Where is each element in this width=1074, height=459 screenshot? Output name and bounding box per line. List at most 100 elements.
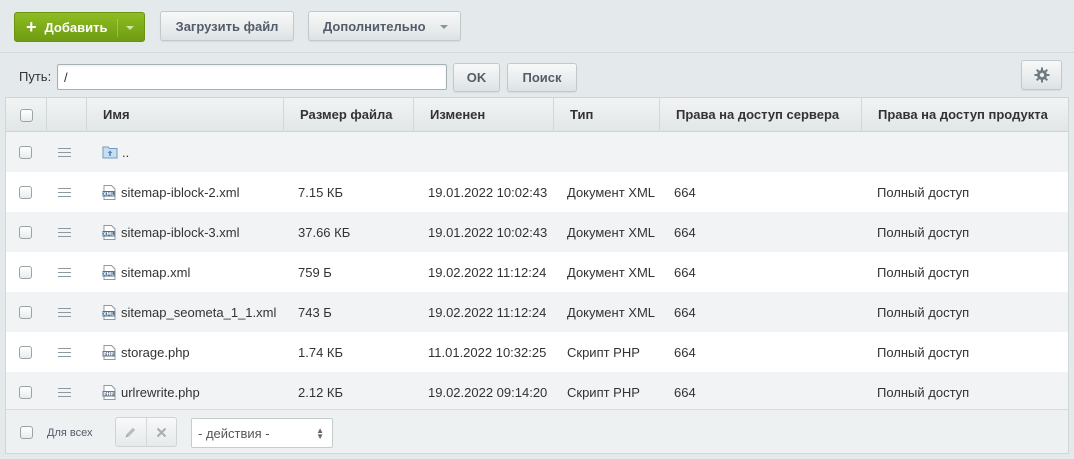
table-row[interactable]: XML sitemap.xml 759 Б 19.02.2022 11:12:24 До… — [6, 252, 1068, 292]
row-checkbox[interactable] — [19, 305, 32, 319]
cell-modified: 19.01.2022 10:02:43 — [428, 224, 548, 240]
cell-type: Скрипт PHP — [567, 384, 640, 400]
chevron-down-icon[interactable] — [126, 26, 134, 30]
cell-product-rights: Полный доступ — [877, 264, 970, 280]
pencil-icon — [125, 427, 136, 437]
row-checkbox[interactable] — [19, 225, 32, 239]
parent-directory-link[interactable]: .. — [122, 145, 129, 160]
row-menu-icon[interactable] — [58, 387, 71, 398]
menu-column-header — [46, 98, 86, 132]
upload-file-button[interactable]: Загрузить файл — [160, 11, 294, 41]
row-checkbox[interactable] — [19, 185, 32, 199]
row-action-buttons — [115, 417, 177, 447]
path-bar: Путь: OK Поиск — [0, 52, 1074, 96]
cell-type: Документ XML — [567, 184, 656, 200]
column-header-product-rights[interactable]: Права на доступ продукта — [861, 98, 1068, 132]
row-checkbox[interactable] — [19, 265, 32, 279]
svg-text:XML: XML — [103, 191, 114, 197]
search-button[interactable]: Поиск — [507, 63, 577, 92]
cell-server-rights: 664 — [674, 184, 696, 200]
cell-product-rights: Полный доступ — [877, 384, 970, 400]
edit-button[interactable] — [116, 418, 146, 446]
delete-button[interactable] — [145, 418, 176, 446]
column-header-modified[interactable]: Изменен — [413, 98, 553, 132]
cell-server-rights: 664 — [674, 224, 696, 240]
folder-up-icon — [102, 146, 118, 159]
row-menu-icon[interactable] — [58, 227, 71, 238]
settings-button[interactable] — [1021, 60, 1062, 90]
cell-size: 37.66 КБ — [298, 224, 351, 240]
select-all-header — [6, 98, 46, 132]
column-header-name[interactable]: Имя — [86, 98, 283, 132]
svg-text:PHP: PHP — [103, 351, 114, 357]
row-menu-icon[interactable] — [58, 347, 71, 358]
ok-button[interactable]: OK — [453, 63, 500, 92]
add-button-label: Добавить — [44, 19, 108, 35]
file-name-link[interactable]: sitemap.xml — [121, 265, 190, 280]
cell-modified: 19.02.2022 11:12:24 — [428, 304, 547, 320]
chevron-down-icon — [440, 25, 448, 29]
gear-icon — [1034, 67, 1049, 83]
path-label: Путь: — [19, 69, 52, 84]
cell-size: 2.12 КБ — [298, 384, 344, 400]
table-row[interactable]: PHP urlrewrite.php 2.12 КБ 19.02.2022 09:14… — [6, 372, 1068, 412]
file-name-link[interactable]: sitemap-iblock-3.xml — [121, 225, 239, 240]
cell-modified: 19.01.2022 10:02:43 — [428, 184, 548, 200]
file-name-link[interactable]: sitemap-iblock-2.xml — [121, 185, 239, 200]
more-button[interactable]: Дополнительно — [308, 11, 461, 41]
table-row[interactable]: XML sitemap_seometa_1_1.xml 743 Б 19.02.202… — [6, 292, 1068, 332]
cell-type: Документ XML — [567, 264, 656, 280]
row-menu-icon[interactable] — [58, 147, 71, 158]
cell-server-rights: 664 — [674, 344, 696, 360]
row-checkbox[interactable] — [19, 145, 32, 159]
file-manager-page: + Добавить Загрузить файл Дополнительно … — [0, 0, 1074, 459]
cell-type: Скрипт PHP — [567, 344, 640, 360]
row-menu-icon[interactable] — [58, 267, 71, 278]
file-name-link[interactable]: storage.php — [121, 345, 190, 360]
add-button[interactable]: + Добавить — [14, 12, 145, 42]
file-table: Имя Размер файла Изменен Тип Права на до… — [5, 97, 1069, 454]
row-checkbox[interactable] — [19, 385, 32, 399]
actions-select[interactable]: - действия - ▲ ▼ — [191, 418, 333, 448]
close-icon — [156, 427, 167, 437]
svg-text:XML: XML — [103, 311, 114, 317]
cell-server-rights: 664 — [674, 264, 696, 280]
file-name-link[interactable]: urlrewrite.php — [121, 385, 200, 400]
column-header-server-rights[interactable]: Права на доступ сервера — [659, 98, 861, 132]
select-all-checkbox[interactable] — [19, 108, 33, 122]
cell-size: 1.74 КБ — [298, 344, 344, 360]
cell-server-rights: 664 — [674, 304, 696, 320]
for-all-checkbox[interactable] — [20, 426, 33, 439]
table-row-parent[interactable]: .. — [6, 132, 1068, 172]
table-row[interactable]: PHP storage.php 1.74 КБ 11.01.2022 10:32:25… — [6, 332, 1068, 372]
row-checkbox[interactable] — [19, 345, 32, 359]
table-header: Имя Размер файла Изменен Тип Права на до… — [6, 98, 1068, 132]
column-header-type[interactable]: Тип — [553, 98, 659, 132]
select-arrows-icon: ▲ ▼ — [316, 426, 324, 441]
file-name-link[interactable]: sitemap_seometa_1_1.xml — [121, 305, 276, 320]
row-menu-icon[interactable] — [58, 187, 71, 198]
cell-size: 7.15 КБ — [298, 184, 344, 200]
column-header-size[interactable]: Размер файла — [283, 98, 413, 132]
cell-modified: 19.02.2022 11:12:24 — [428, 264, 547, 280]
toolbar: + Добавить Загрузить файл Дополнительно — [0, 0, 1074, 52]
cell-type: Документ XML — [567, 224, 656, 240]
svg-text:XML: XML — [103, 231, 114, 237]
php-file-icon: PHP — [102, 384, 116, 400]
xml-file-icon: XML — [102, 304, 116, 320]
table-row[interactable]: XML sitemap-iblock-2.xml 7.15 КБ 19.01.2022… — [6, 172, 1068, 212]
cell-modified: 11.01.2022 10:32:25 — [428, 344, 547, 360]
cell-server-rights: 664 — [674, 384, 696, 400]
cell-type: Документ XML — [567, 304, 656, 320]
path-input[interactable] — [57, 64, 447, 90]
table-row[interactable]: XML sitemap-iblock-3.xml 37.66 КБ 19.01.202… — [6, 212, 1068, 252]
table-footer: Для всех - действия - ▲ ▼ — [6, 409, 1068, 453]
plus-icon: + — [26, 17, 37, 37]
cell-modified: 19.02.2022 09:14:20 — [428, 384, 548, 400]
for-all-label: Для всех — [47, 427, 93, 439]
row-menu-icon[interactable] — [58, 307, 71, 318]
xml-file-icon: XML — [102, 224, 116, 240]
cell-size: 759 Б — [298, 264, 332, 280]
php-file-icon: PHP — [102, 344, 116, 360]
xml-file-icon: XML — [102, 264, 116, 280]
